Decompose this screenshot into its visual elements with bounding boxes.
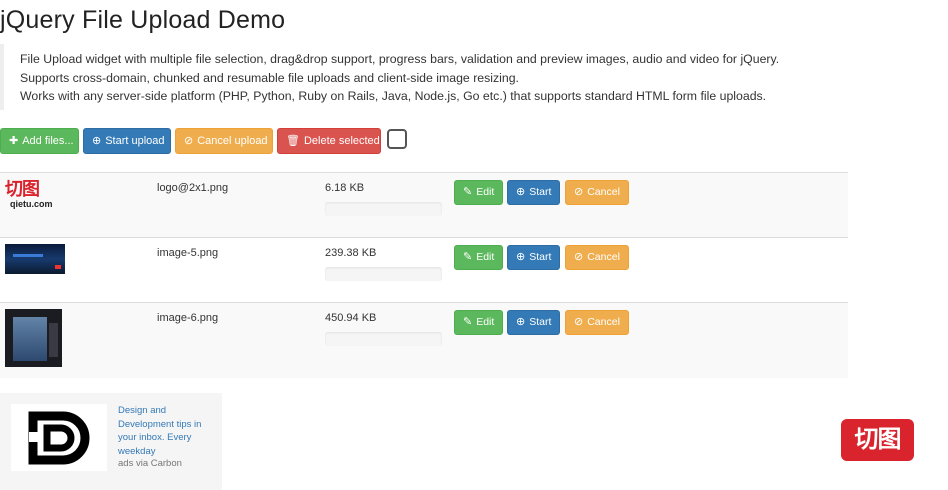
edit-icon: ✎: [463, 186, 473, 198]
start-button[interactable]: ⊕ Start: [507, 310, 561, 335]
file-preview-image: 切图 qietu.com: [5, 180, 61, 216]
upload-circle-icon: ⊕: [516, 186, 526, 198]
preview-logo-domain: qietu.com: [10, 199, 53, 209]
file-name: image-5.png: [157, 247, 219, 259]
table-row: image-5.png 239.38 KB ✎ Edit ⊕ Start ⊘ Canc…: [0, 237, 848, 302]
file-name: logo@2x1.png: [157, 182, 229, 194]
file-size: 6.18 KB: [325, 182, 365, 194]
file-size: 239.38 KB: [325, 247, 377, 259]
cancel-upload-label: Cancel upload: [197, 135, 268, 147]
add-files-button[interactable]: ✚ Add files...: [0, 128, 79, 154]
start-button[interactable]: ⊕ Start: [507, 245, 561, 270]
preview-panel: [13, 317, 47, 361]
edit-icon: ✎: [463, 316, 473, 328]
ban-circle-icon: ⊘: [574, 316, 584, 328]
files-table: 切图 qietu.com logo@2x1.png 6.18 KB ✎ Edit …: [0, 172, 848, 378]
edit-button[interactable]: ✎ Edit: [454, 180, 504, 205]
toggle-all-checkbox[interactable]: [387, 129, 407, 149]
edit-icon: ✎: [463, 251, 473, 263]
trash-icon: 🗑: [286, 135, 300, 147]
cancel-label: Cancel: [587, 251, 620, 263]
edit-button[interactable]: ✎ Edit: [454, 245, 504, 270]
progress-bar: [325, 267, 442, 281]
description: File Upload widget with multiple file se…: [0, 44, 848, 110]
cancel-upload-button[interactable]: ⊘ Cancel upload: [175, 128, 273, 154]
upload-circle-icon: ⊕: [92, 135, 102, 147]
description-line: Supports cross-domain, chunked and resum…: [20, 70, 519, 85]
cancel-label: Cancel: [587, 186, 620, 198]
preview-logo-cn: 切图: [5, 179, 40, 199]
file-size: 450.94 KB: [325, 312, 377, 324]
edit-button[interactable]: ✎ Edit: [454, 310, 504, 335]
progress-bar: [325, 202, 442, 216]
edit-label: Edit: [476, 186, 495, 198]
ad-logo-image[interactable]: [11, 404, 107, 471]
file-preview-image: [5, 244, 65, 274]
preview-highlight: [13, 254, 43, 257]
delete-selected-button[interactable]: 🗑 Delete selected: [277, 128, 381, 154]
ban-circle-icon: ⊘: [574, 186, 584, 198]
page-title: jQuery File Upload Demo: [0, 6, 286, 34]
edit-label: Edit: [476, 316, 495, 328]
add-files-label: Add files...: [22, 135, 74, 147]
carbon-ad: Design and Development tips in your inbo…: [0, 393, 222, 490]
edit-label: Edit: [476, 251, 495, 263]
upload-circle-icon: ⊕: [516, 316, 526, 328]
description-line: File Upload widget with multiple file se…: [20, 52, 780, 66]
start-button[interactable]: ⊕ Start: [507, 180, 561, 205]
ad-text-link[interactable]: Design and Development tips in your inbo…: [118, 404, 214, 458]
description-line: Works with any server-side platform (PHP…: [20, 89, 767, 103]
start-label: Start: [529, 186, 552, 198]
ban-circle-icon: ⊘: [574, 251, 584, 263]
start-label: Start: [529, 251, 552, 263]
d-logo-icon: [28, 411, 90, 465]
ban-circle-icon: ⊘: [184, 135, 194, 147]
start-label: Start: [529, 316, 552, 328]
cancel-label: Cancel: [587, 316, 620, 328]
upload-circle-icon: ⊕: [516, 251, 526, 263]
cancel-button[interactable]: ⊘ Cancel: [565, 245, 629, 270]
plus-icon: ✚: [9, 135, 19, 147]
brand-badge-logo[interactable]: 切图: [841, 419, 914, 461]
start-upload-label: Start upload: [105, 135, 165, 147]
table-row: 切图 qietu.com logo@2x1.png 6.18 KB ✎ Edit …: [0, 172, 848, 237]
start-upload-button[interactable]: ⊕ Start upload: [83, 128, 171, 154]
cancel-button[interactable]: ⊘ Cancel: [565, 310, 629, 335]
ads-via-carbon-link[interactable]: ads via Carbon: [118, 458, 182, 469]
table-row: image-6.png 450.94 KB ✎ Edit ⊕ Start ⊘ Canc…: [0, 302, 848, 378]
file-name: image-6.png: [157, 312, 219, 324]
cancel-button[interactable]: ⊘ Cancel: [565, 180, 629, 205]
file-preview-image: [5, 309, 62, 367]
delete-selected-label: Delete selected: [303, 135, 380, 147]
preview-panel: [49, 323, 58, 357]
progress-bar: [325, 332, 442, 346]
preview-badge: [55, 265, 61, 269]
